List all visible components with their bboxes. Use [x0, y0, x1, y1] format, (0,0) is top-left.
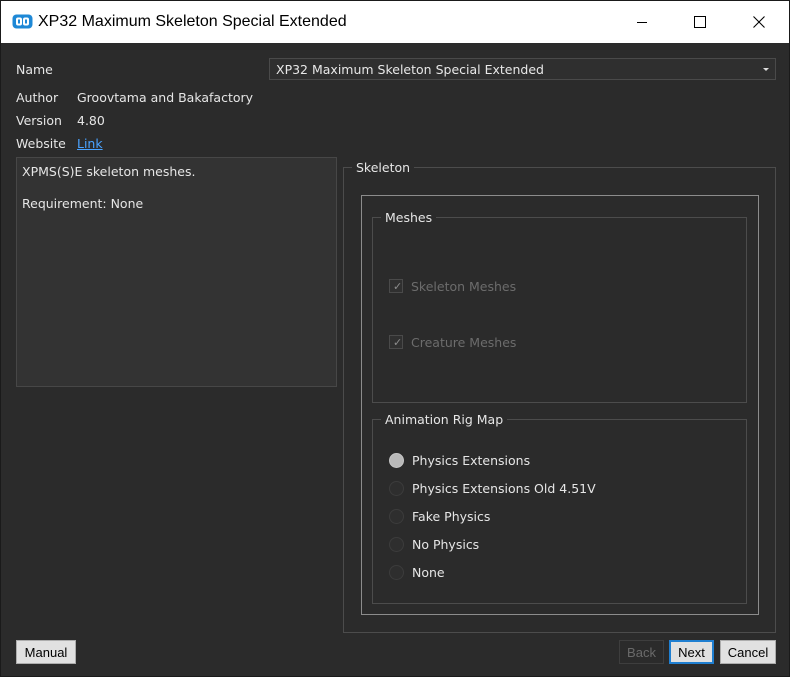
website-label: Website	[16, 136, 66, 151]
radio-label: Fake Physics	[412, 508, 491, 524]
cancel-button[interactable]: Cancel	[720, 640, 776, 664]
maximize-icon	[694, 16, 706, 28]
checkbox-box[interactable]: ✓	[389, 335, 403, 349]
version-label: Version	[16, 113, 62, 128]
meshes-group-title: Meshes	[381, 210, 437, 225]
radio-physics-extensions-old[interactable]: Physics Extensions Old 4.51V	[389, 479, 596, 497]
radio-fake-physics[interactable]: Fake Physics	[389, 507, 490, 525]
manual-button[interactable]: Manual	[16, 640, 76, 664]
skeleton-group-title: Skeleton	[352, 160, 415, 175]
radio-button[interactable]	[389, 480, 404, 496]
creature-meshes-label: Creature Meshes	[411, 334, 517, 350]
author-value: Groovtama and Bakafactory	[77, 90, 254, 105]
radio-physics-extensions[interactable]: Physics Extensions	[389, 451, 530, 469]
website-link[interactable]: Link	[77, 136, 103, 151]
checkmark-icon: ✓	[393, 336, 403, 349]
name-label: Name	[16, 62, 53, 77]
minimize-button[interactable]	[613, 1, 671, 43]
description-line-1: XPMS(S)E skeleton meshes.	[22, 164, 196, 179]
radio-button[interactable]	[389, 508, 404, 524]
checkmark-icon: ✓	[393, 280, 403, 293]
description-box[interactable]: XPMS(S)E skeleton meshes. Requirement: N…	[16, 157, 337, 387]
creature-meshes-checkbox[interactable]: ✓ Creature Meshes	[389, 334, 516, 350]
chevron-down-icon	[763, 68, 769, 71]
close-icon	[753, 16, 765, 28]
radio-no-physics[interactable]: No Physics	[389, 535, 479, 553]
checkbox-box[interactable]: ✓	[389, 279, 403, 293]
meshes-group	[372, 217, 747, 403]
radio-label: Physics Extensions	[412, 452, 531, 468]
radio-button[interactable]	[389, 536, 404, 552]
description-line-2: Requirement: None	[22, 196, 144, 211]
close-button[interactable]	[730, 1, 788, 43]
radio-label: Physics Extensions Old 4.51V	[412, 480, 596, 496]
version-value: 4.80	[77, 113, 105, 128]
window-title: XP32 Maximum Skeleton Special Extended	[38, 13, 347, 30]
name-select-value: XP32 Maximum Skeleton Special Extended	[276, 62, 544, 77]
skeleton-meshes-checkbox[interactable]: ✓ Skeleton Meshes	[389, 278, 516, 294]
maximize-button[interactable]	[671, 1, 729, 43]
radio-none[interactable]: None	[389, 563, 445, 581]
radio-label: No Physics	[412, 536, 480, 552]
app-logo-icon	[12, 14, 33, 29]
installer-window: XP32 Maximum Skeleton Special Extended N…	[0, 0, 790, 677]
name-select[interactable]: XP32 Maximum Skeleton Special Extended	[269, 58, 776, 80]
minimize-icon	[637, 22, 647, 23]
animation-rig-map-title: Animation Rig Map	[381, 412, 508, 427]
back-button[interactable]: Back	[619, 640, 664, 664]
author-label: Author	[16, 90, 59, 105]
radio-label: None	[412, 564, 445, 580]
title-bar[interactable]: XP32 Maximum Skeleton Special Extended	[1, 1, 789, 43]
next-button[interactable]: Next	[669, 640, 714, 664]
radio-button[interactable]	[389, 564, 404, 580]
radio-button-selected[interactable]	[389, 452, 404, 468]
skeleton-meshes-label: Skeleton Meshes	[411, 278, 517, 294]
